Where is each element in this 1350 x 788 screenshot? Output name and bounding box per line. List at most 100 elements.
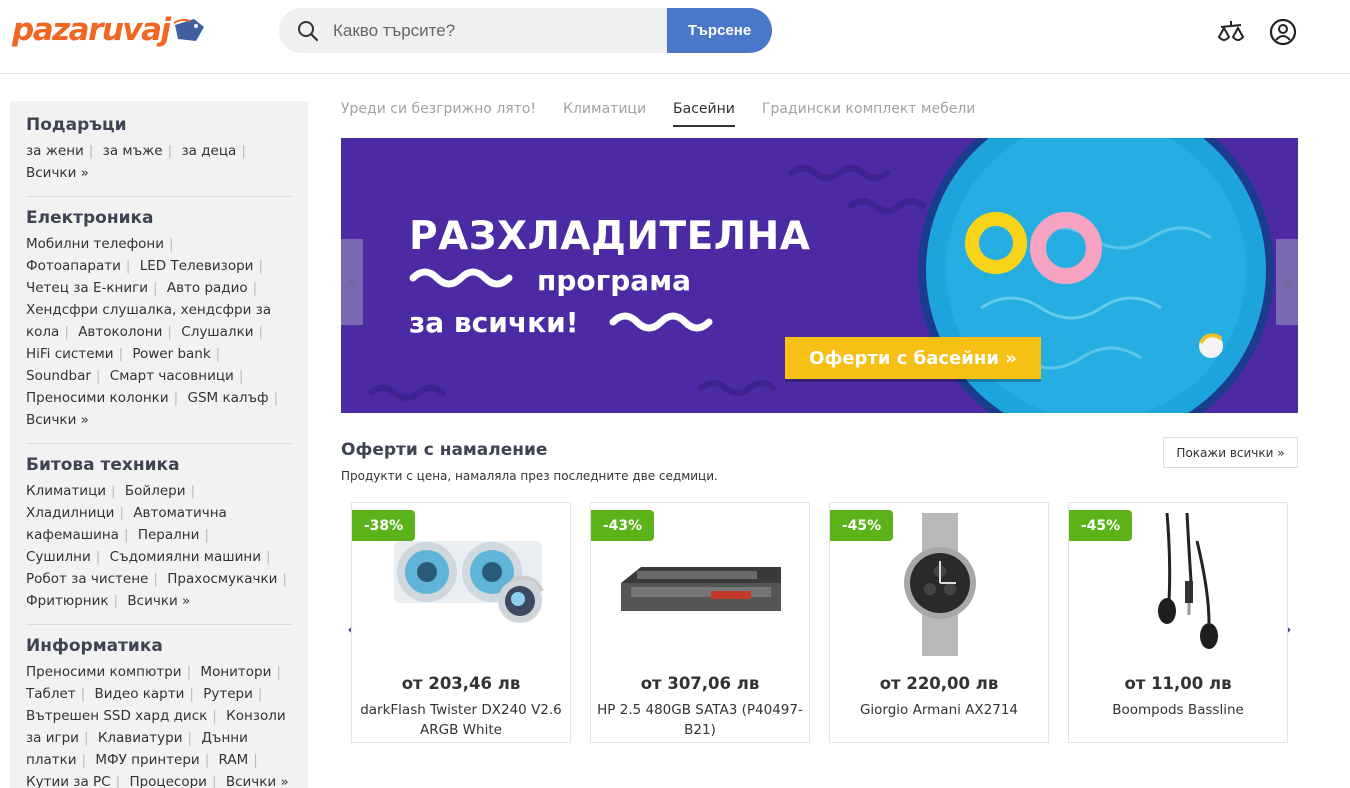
product-price: от 203,46 лв xyxy=(401,674,521,693)
tab-garden-furniture[interactable]: Градински комплект мебели xyxy=(762,101,975,127)
category-title[interactable]: Подаръци xyxy=(26,115,292,135)
category-all-link[interactable]: Всички » xyxy=(26,412,89,428)
banner-tagline: за всички! xyxy=(409,306,579,339)
category-link[interactable]: за деца xyxy=(181,143,236,159)
link-separator: | xyxy=(88,143,94,159)
category-link[interactable]: Таблет xyxy=(26,686,76,702)
category-link[interactable]: Клавиатури xyxy=(98,730,183,746)
category-link[interactable]: Прахосмукачки xyxy=(167,571,277,587)
category-link[interactable]: МФУ принтери xyxy=(95,752,199,768)
category-link[interactable]: Хладилници xyxy=(26,505,114,521)
product-name[interactable]: darkFlash Twister DX240 V2.6 ARGB White xyxy=(358,700,564,740)
link-separator: | xyxy=(282,571,287,587)
compare-icon[interactable] xyxy=(1216,17,1246,47)
pool-offers-button[interactable]: Оферти с басейни » xyxy=(785,337,1041,379)
banner-next-arrow[interactable]: › xyxy=(1276,239,1298,325)
link-separator: | xyxy=(115,774,121,788)
link-separator: | xyxy=(95,549,101,565)
category-all-link[interactable]: Всички » xyxy=(226,774,289,788)
category-links: Преносими компютри | Монитори | Таблет | Ви… xyxy=(26,661,292,788)
category-all-link[interactable]: Всички » xyxy=(26,165,89,181)
link-separator: | xyxy=(189,686,194,702)
category-links: Климатици | Бойлери | Хладилници | Автомати… xyxy=(26,480,292,612)
category-title[interactable]: Битова техника xyxy=(26,455,292,475)
category-link[interactable]: Слушалки xyxy=(181,324,253,340)
category-link[interactable]: Четец за Е-книги xyxy=(26,280,148,296)
category-link[interactable]: LED Телевизори xyxy=(140,258,254,274)
link-separator: | xyxy=(167,324,172,340)
category-link[interactable]: Бойлери xyxy=(125,483,186,499)
site-logo[interactable]: pazaruvaj xyxy=(12,10,206,50)
category-block: Подаръци за жени | за мъже | за деца | Всичк… xyxy=(26,115,292,197)
product-card[interactable]: -38% от 203,46 лв darkFlash Twister DX24… xyxy=(351,502,571,743)
category-link[interactable]: GSM калъф xyxy=(187,390,268,406)
category-link[interactable]: Фритюрник xyxy=(26,593,109,609)
discount-badge: -45% xyxy=(830,510,893,541)
tab-pools[interactable]: Басейни xyxy=(673,101,735,127)
tab-air-conditioners[interactable]: Климатици xyxy=(563,101,646,127)
user-account-icon[interactable] xyxy=(1268,17,1298,47)
product-price: от 11,00 лв xyxy=(1124,674,1232,693)
product-card[interactable]: -45% от 11,00 лв Boompods Bassline xyxy=(1068,502,1288,743)
category-title[interactable]: Информатика xyxy=(26,636,292,656)
link-separator: | xyxy=(211,774,217,788)
category-link[interactable]: за жени xyxy=(26,143,84,159)
category-link[interactable]: Сушилни xyxy=(26,549,91,565)
link-separator: | xyxy=(83,730,89,746)
link-separator: | xyxy=(186,664,192,680)
category-link[interactable]: Видео карти xyxy=(95,686,185,702)
discount-badge: -43% xyxy=(591,510,654,541)
show-all-button[interactable]: Покажи всички » xyxy=(1163,437,1298,468)
category-link[interactable]: HiFi системи xyxy=(26,346,113,362)
link-separator: | xyxy=(167,143,173,159)
category-link[interactable]: Климатици xyxy=(26,483,106,499)
link-separator: | xyxy=(273,390,279,406)
product-card[interactable]: -43% от 307,06 лв HP 2.5 480GB SATA3 (P4… xyxy=(590,502,810,743)
category-link[interactable]: RAM xyxy=(219,752,249,768)
category-link[interactable]: Мобилни телефони xyxy=(26,236,164,252)
category-link[interactable]: Автоколони xyxy=(78,324,162,340)
deals-title: Оферти с намаление xyxy=(341,440,548,460)
search-bar: Търсене xyxy=(279,8,772,53)
link-separator: | xyxy=(204,752,210,768)
banner-prev-arrow[interactable]: ‹ xyxy=(341,239,363,325)
category-title[interactable]: Електроника xyxy=(26,208,292,228)
promo-banner[interactable]: РАЗХЛАДИТЕЛНА програма за всички! Оферти… xyxy=(341,138,1298,413)
link-separator: | xyxy=(64,324,69,340)
category-link[interactable]: Съдомиялни машини xyxy=(110,549,261,565)
category-link[interactable]: за мъже xyxy=(103,143,163,159)
category-link[interactable]: Авто радио xyxy=(167,280,248,296)
category-link[interactable]: Soundbar xyxy=(26,368,91,384)
category-link[interactable]: Фотоапарати xyxy=(26,258,121,274)
link-separator: | xyxy=(204,527,209,543)
category-link[interactable]: Перални xyxy=(138,527,200,543)
link-separator: | xyxy=(123,527,129,543)
link-separator: | xyxy=(169,236,174,252)
product-name[interactable]: Boompods Bassline xyxy=(1075,700,1281,720)
link-separator: | xyxy=(113,593,119,609)
product-name[interactable]: Giorgio Armani AX2714 xyxy=(836,700,1042,720)
category-link[interactable]: Кутии за PC xyxy=(26,774,111,788)
product-card[interactable]: -45% от 220,00 лв Giorgio Armani AX2714 xyxy=(829,502,1049,743)
header: pazaruvaj Търсене xyxy=(0,0,1350,74)
category-link[interactable]: Вътрешен SSD хард диск xyxy=(26,708,207,724)
discount-badge: -45% xyxy=(1069,510,1132,541)
link-separator: | xyxy=(258,258,264,274)
category-link[interactable]: Power bank xyxy=(132,346,210,362)
category-link[interactable]: Преносими колонки xyxy=(26,390,169,406)
category-link[interactable]: Преносими компютри xyxy=(26,664,182,680)
link-separator: | xyxy=(241,143,246,159)
logo-text: pazaruvaj xyxy=(12,12,171,48)
category-link[interactable]: Процесори xyxy=(129,774,207,788)
category-link[interactable]: Смарт часовници xyxy=(110,368,234,384)
category-link[interactable]: Монитори xyxy=(200,664,271,680)
tab-summer[interactable]: Уреди си безгрижно лято! xyxy=(341,101,536,127)
search-input[interactable] xyxy=(333,8,663,53)
link-separator: | xyxy=(173,390,179,406)
category-all-link[interactable]: Всички » xyxy=(127,593,190,609)
link-separator: | xyxy=(212,708,217,724)
product-name[interactable]: HP 2.5 480GB SATA3 (P40497-B21) xyxy=(597,700,803,740)
category-link[interactable]: Рутери xyxy=(203,686,253,702)
category-link[interactable]: Робот за чистене xyxy=(26,571,148,587)
search-button[interactable]: Търсене xyxy=(667,8,772,53)
